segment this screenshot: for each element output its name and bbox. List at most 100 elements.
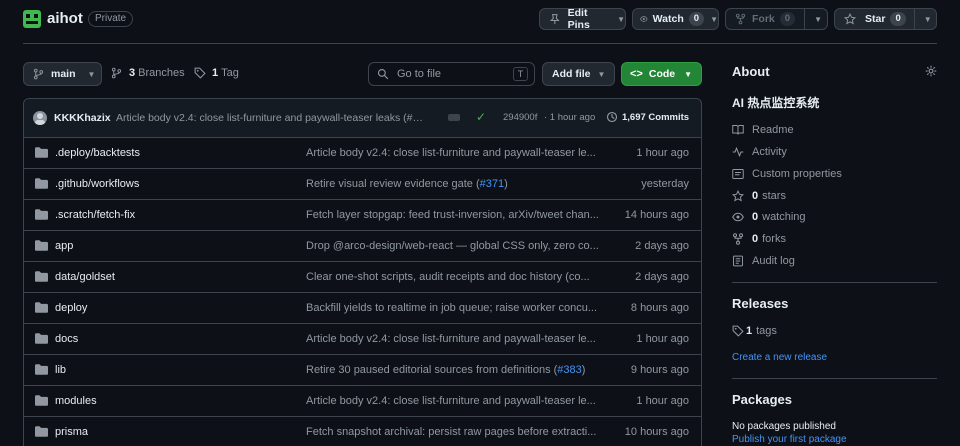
file-commit-message[interactable]: Article body v2.4: close list-furniture … [306,147,601,159]
gear-icon[interactable] [925,65,937,77]
commits-link[interactable]: 1,697 Commits [606,111,689,123]
file-commit-time: yesterday [641,178,689,190]
file-name[interactable]: .github/workflows [55,178,139,190]
file-name[interactable]: lib [55,364,66,376]
fork-label: Fork [752,13,775,25]
latest-commit-bar: KKKKhazix Article body v2.4: close list-… [24,99,701,137]
file-row[interactable]: .scratch/fetch-fix Fetch layer stopgap: f… [23,199,702,230]
avatar[interactable] [33,111,47,125]
tag-icon [732,325,744,337]
file-row[interactable]: prisma Fetch snapshot archival: persist r… [23,416,702,446]
fork-count: 0 [779,12,796,26]
file-commit-message-text: Fetch snapshot archival: persist raw pag… [306,426,597,438]
commits-count: 1,697 Commits [622,111,690,123]
pr-link[interactable]: #371 [480,178,504,190]
file-commit-message[interactable]: Clear one-shot scripts, audit receipts a… [306,271,601,283]
folder-icon [35,333,48,344]
file-commit-message[interactable]: Retire visual review evidence gate (#371… [306,178,601,190]
commit-time: · 1 hour ago [544,112,596,123]
file-commit-message[interactable]: Retire 30 paused editorial sources from … [306,364,601,376]
file-name[interactable]: app [55,240,73,252]
book-icon [732,125,744,135]
releases-title[interactable]: Releases [732,296,788,311]
file-row[interactable]: lib Retire 30 paused editorial sources fr… [23,354,702,385]
folder-icon [35,240,48,251]
edit-pins-button[interactable]: Edit Pins ▼ [539,7,626,31]
watch-count: 0 [688,12,705,26]
readme-link[interactable]: Readme [732,124,794,136]
file-name[interactable]: modules [55,395,97,407]
repo-description: AI 热点监控系统 [732,96,820,110]
file-row[interactable]: docs Article body v2.4: close list-furnit… [23,323,702,354]
file-commit-message-text: Retire 30 paused editorial sources from … [306,364,558,376]
tags-link[interactable]: 1 Tag [194,67,239,79]
file-commit-message[interactable]: Article body v2.4: close list-furniture … [306,333,601,345]
file-commit-message[interactable]: Drop @arco-design/web-react — global CSS… [306,240,601,252]
commit-hash[interactable]: 294900f [503,112,537,123]
file-commit-time: 10 hours ago [624,426,689,438]
header-divider [23,43,937,44]
file-name[interactable]: docs [55,333,78,345]
create-release-link[interactable]: Create a new release [732,352,827,363]
watching-link[interactable]: 0 watching [732,211,806,223]
add-file-button[interactable]: Add file ▼ [542,62,615,86]
file-name[interactable]: .scratch/fetch-fix [55,209,135,221]
release-tags-link[interactable]: 1 tags [732,325,777,337]
file-commit-message[interactable]: Article body v2.4: close list-furniture … [306,395,601,407]
file-commit-message[interactable]: Fetch layer stopgap: feed trust-inversio… [306,209,601,221]
file-name[interactable]: deploy [55,302,87,314]
commit-message[interactable]: Article body v2.4: close list-furniture … [116,112,440,124]
file-name[interactable]: data/goldset [55,271,115,283]
file-name[interactable]: .deploy/backtests [55,147,140,159]
branch-icon [33,68,44,80]
chevron-down-icon[interactable]: ▼ [814,15,822,24]
repo-name[interactable]: aihot [47,10,83,27]
file-commit-message[interactable]: Fetch snapshot archival: persist raw pag… [306,426,601,438]
packages-title[interactable]: Packages [732,392,792,407]
fork-button[interactable]: Fork 0 ▼ [725,8,828,30]
custom-properties-label: Custom properties [752,168,842,180]
chevron-down-icon[interactable]: ▼ [924,15,932,24]
tags-count: 1 [212,67,219,79]
file-row[interactable]: .github/workflows Retire visual review ev… [23,168,702,199]
watch-button[interactable]: Watch 0 ▼ [632,8,719,30]
chevron-down-icon: ▼ [597,69,606,79]
file-name[interactable]: prisma [55,426,88,438]
star-button[interactable]: Star 0 ▼ [834,8,937,30]
folder-icon [35,209,48,220]
file-commit-message-text: Article body v2.4: close list-furniture … [306,333,596,345]
file-commit-time: 8 hours ago [630,302,689,314]
pulse-icon [732,146,744,158]
search-icon [377,68,389,80]
forks-count: 0 [752,233,759,245]
custom-properties-link[interactable]: Custom properties [732,168,842,180]
branch-selector[interactable]: main ▼ [23,62,102,86]
go-to-file-input[interactable]: Go to file T [368,62,535,86]
folder-icon [35,426,48,437]
file-row[interactable]: app Drop @arco-design/web-react — global … [23,230,702,261]
file-commit-message-text: Article body v2.4: close list-furniture … [306,395,596,407]
star-count: 0 [890,12,906,26]
eye-icon [640,16,648,22]
file-row[interactable]: modules Article body v2.4: close list-fur… [23,385,702,416]
commit-author[interactable]: KKKKhazix [54,112,111,124]
file-row[interactable]: .deploy/backtests Article body v2.4: clos… [23,137,702,168]
expand-message-icon[interactable] [448,114,460,121]
check-icon: ✓ [476,110,487,124]
forks-link[interactable]: 0 forks [732,233,786,245]
pr-link[interactable]: #383 [557,364,581,376]
file-commit-message-text: Retire visual review evidence gate ( [306,178,480,190]
packages-empty-text: No packages published [732,421,836,432]
pin-icon [549,14,560,25]
audit-log-link[interactable]: Audit log [732,255,795,267]
file-row[interactable]: deploy Backfill yields to realtime in job… [23,292,702,323]
file-commit-message[interactable]: Backfill yields to realtime in job queue… [306,302,601,314]
file-row[interactable]: data/goldset Clear one-shot scripts, audi… [23,261,702,292]
publish-package-link[interactable]: Publish your first package [732,434,847,445]
code-button[interactable]: <> Code ▼ [621,62,702,86]
activity-link[interactable]: Activity [732,146,787,158]
branches-link[interactable]: 3 Branches [111,67,185,79]
stars-link[interactable]: 0 stars [732,190,786,202]
branch-icon [111,67,122,79]
file-commit-time: 1 hour ago [636,147,689,159]
